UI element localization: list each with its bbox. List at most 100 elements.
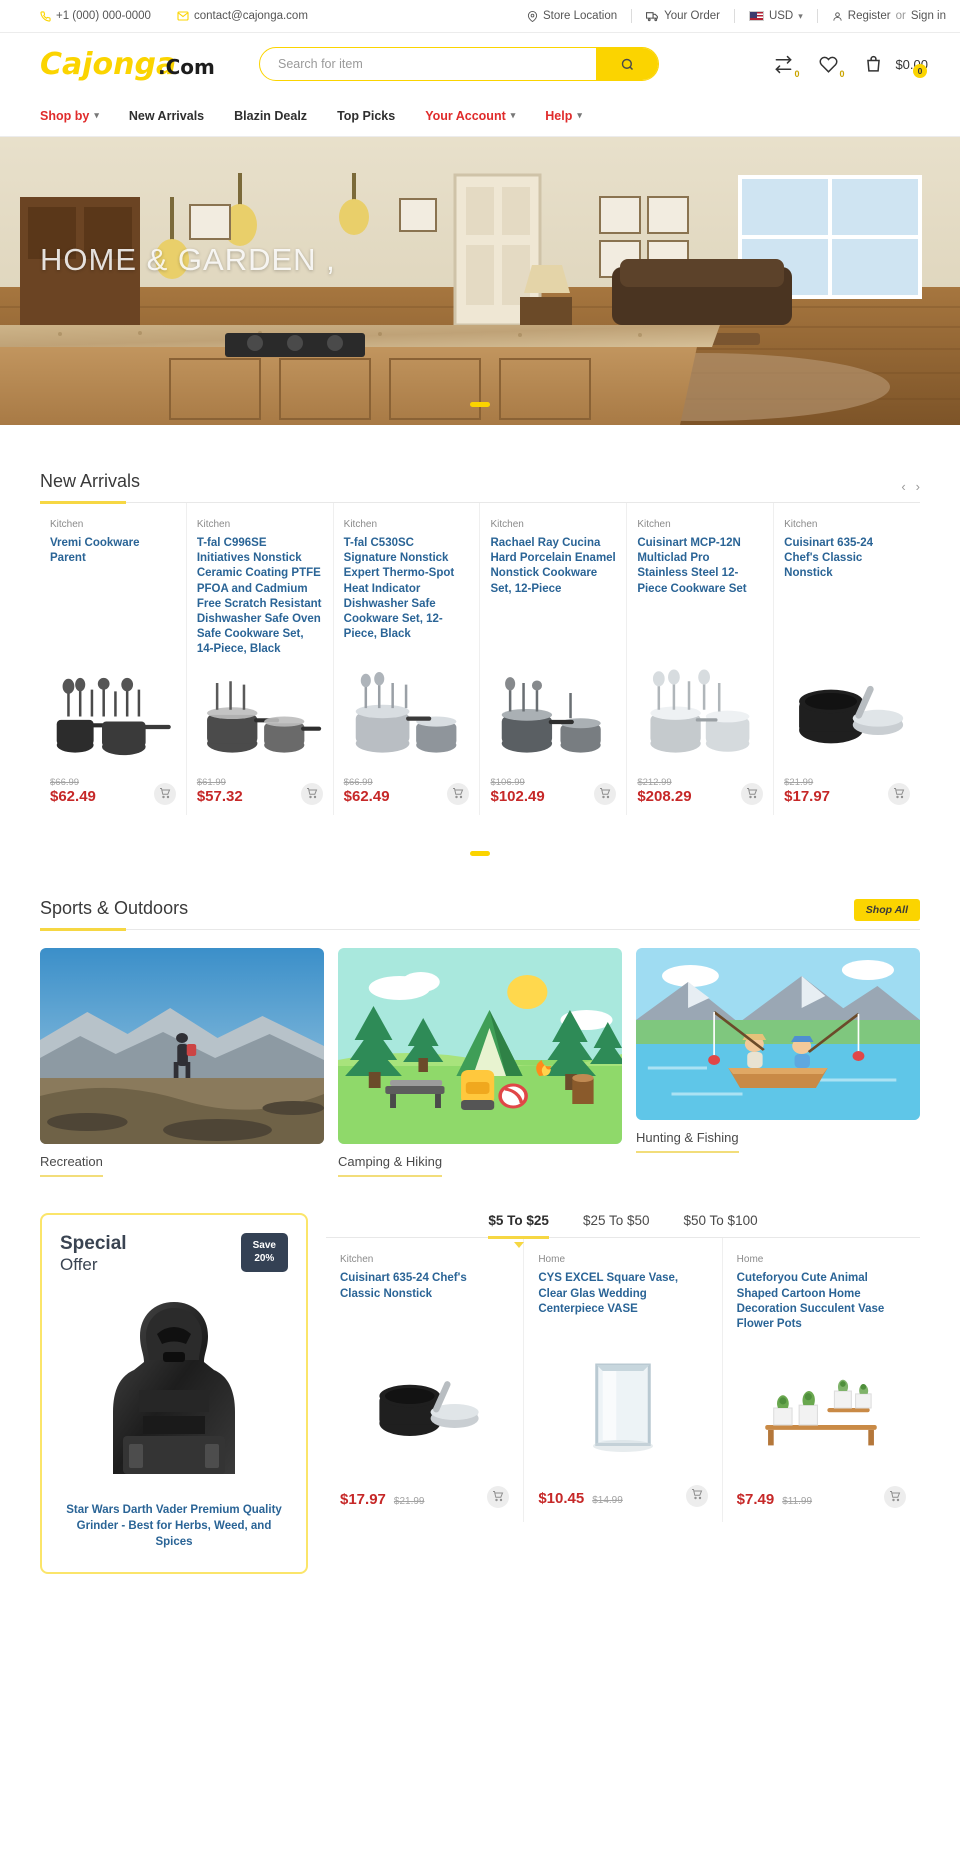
nav-item-top-picks[interactable]: Top Picks [337,109,395,123]
category-card-hunting[interactable]: Hunting & Fishing [636,948,920,1177]
your-order-label: Your Order [664,10,720,22]
product-footer: $66.99 $62.49 [50,777,176,806]
price-range-product-card[interactable]: Home Cuteforyou Cute Animal Shaped Cartoo… [723,1238,920,1522]
product-old-price: $21.99 [784,777,814,789]
signin-link[interactable]: Sign in [911,10,946,22]
logo-svg: Cajonga .Com [40,47,215,82]
nav-item-blazin-dealz[interactable]: Blazin Dealz [234,109,307,123]
special-title-line2: Offer [60,1255,98,1275]
title-underline [40,928,126,931]
account-links[interactable]: Register or Sign in [832,10,946,22]
camping-thumb [338,948,622,1145]
search-input[interactable] [260,48,596,80]
add-to-cart-button[interactable] [447,783,470,806]
cart-icon [306,787,318,802]
special-offer-card[interactable]: Special Offer Save 20% Star Wars Darth V… [40,1213,308,1574]
cart-button[interactable]: 0 $0.00 [864,55,928,78]
wishlist-count: 0 [839,68,845,79]
product-name-link[interactable]: Vremi Cookware Parent [50,536,176,566]
price-range-tabs: $5 To $25 $25 To $50 $50 To $100 [326,1213,920,1249]
product-name-link[interactable]: T-fal C530SC Signature Nonstick Expert T… [344,536,470,642]
product-card[interactable]: Kitchen Cuisinart MCP-12N Multiclad Pro S… [627,503,775,816]
camping-illustration-icon [338,948,622,1145]
main-navigation: Shop by ▾ New Arrivals Blazin Dealz Top Pick… [0,95,960,137]
carousel-prev-icon[interactable]: ‹ [901,479,905,494]
store-location-link[interactable]: Store Location [527,10,617,22]
search-bar[interactable] [259,47,659,81]
hiker-mountain-photo-icon [40,948,324,1145]
nav-item-shop-by[interactable]: Shop by ▾ [40,109,99,123]
register-link[interactable]: Register [848,10,891,22]
product-prices: $61.99 $57.32 [197,777,243,805]
phone-text: +1 (000) 000-0000 [56,10,151,22]
sports-title: Sports & Outdoors [40,898,189,919]
hero-dot-1[interactable] [470,402,490,407]
header-actions: 0 0 0 $0.00 [774,55,946,79]
price-tab-2[interactable]: $50 To $100 [684,1213,758,1237]
hero-carousel-dots[interactable] [0,402,960,407]
product-old-price: $212.99 [637,777,672,789]
currency-selector[interactable]: USD ▾ [748,10,803,22]
wishlist-button[interactable]: 0 [819,55,844,79]
product-name-link[interactable]: Rachael Ray Cucina Hard Porcelain Enamel… [490,536,616,597]
add-to-cart-button[interactable] [887,783,910,806]
product-name-link[interactable]: Cuisinart 635-24 Chef's Classic Nonstick [340,1271,509,1301]
special-offer-product-name[interactable]: Star Wars Darth Vader Premium Quality Gr… [60,1502,288,1550]
nav-item-your-account[interactable]: Your Account ▾ [425,109,515,123]
product-footer: $10.45 $14.99 [538,1484,708,1507]
hero-banner[interactable]: HOME & GARDEN , [0,137,960,425]
add-to-cart-button[interactable] [741,783,764,806]
add-to-cart-button[interactable] [300,783,323,806]
product-card[interactable]: Kitchen T-fal C996SE Initiatives Nonstick… [187,503,334,816]
product-name-link[interactable]: Cuisinart MCP-12N Multiclad Pro Stainles… [637,536,763,597]
add-to-cart-button[interactable] [594,783,617,806]
search-button[interactable] [596,48,658,80]
price-tab-0[interactable]: $5 To $25 [488,1213,549,1249]
add-to-cart-button[interactable] [685,1484,708,1507]
site-logo[interactable]: Cajonga .Com [40,43,215,85]
top-bar-contact: +1 (000) 000-0000 contact@cajonga.com [40,10,308,22]
product-card[interactable]: Kitchen T-fal C530SC Signature Nonstick E… [334,503,481,816]
category-card-camping[interactable]: Camping & Hiking [338,948,622,1178]
product-name-link[interactable]: Cuteforyou Cute Animal Shaped Cartoon Ho… [737,1271,906,1332]
chevron-down-icon: ▾ [577,110,582,120]
add-to-cart-button[interactable] [153,783,176,806]
product-name-link[interactable]: CYS EXCEL Square Vase, Clear Glas Weddin… [538,1271,707,1317]
price-range-tabs-column: $5 To $25 $25 To $50 $50 To $100 Kitchen Cu… [326,1213,920,1574]
add-to-cart-button[interactable] [883,1486,906,1509]
email-item[interactable]: contact@cajonga.com [177,10,308,22]
special-offer-image [60,1276,288,1502]
fishing-illustration-icon [636,948,920,1121]
new-arrivals-product-row: Kitchen Vremi Cookware Parent $66.99 $62.49… [40,503,920,816]
your-order-link[interactable]: Your Order [646,10,720,23]
product-category: Kitchen [196,519,231,530]
product-old-price: $14.99 [592,1494,623,1506]
tree-stump [572,1074,594,1105]
product-name-link[interactable]: Cuisinart 635-24 Chef's Classic Nonstick [784,536,910,582]
product-name-link[interactable]: T-fal C996SE Initiatives Nonstick Cerami… [197,536,323,657]
nav-item-help[interactable]: Help ▾ [545,109,582,123]
new-arrivals-dots[interactable] [40,815,920,857]
price-range-product-card[interactable]: Kitchen Cuisinart 635-24 Chef's Classic N… [326,1238,525,1523]
phone-item[interactable]: +1 (000) 000-0000 [40,10,151,22]
category-card-recreation[interactable]: Recreation [40,948,324,1178]
product-card[interactable]: Kitchen Cuisinart 635-24 Chef's Classic N… [774,503,920,815]
product-prices: $7.49 $11.99 [737,1491,812,1508]
carousel-next-icon[interactable]: › [916,479,920,494]
carousel-arrows[interactable]: ‹ › [901,479,920,502]
nav-item-new-arrivals[interactable]: New Arrivals [129,109,204,123]
product-image [538,1335,707,1485]
divider [816,9,818,23]
price-range-product-card[interactable]: Home CYS EXCEL Square Vase, Clear Glas We… [524,1238,723,1523]
na-dot-1[interactable] [470,851,490,857]
special-offer-titles: Special Offer [60,1233,127,1275]
product-card[interactable]: Kitchen Rachael Ray Cucina Hard Porcelain… [480,503,628,816]
compare-button[interactable]: 0 [774,55,799,79]
product-price: $10.45 [538,1489,585,1507]
add-to-cart-button[interactable] [487,1486,510,1509]
product-category: Kitchen [50,519,84,530]
price-tab-1[interactable]: $25 To $50 [583,1213,650,1237]
shop-all-button[interactable]: Shop All [853,899,920,922]
product-card[interactable]: Kitchen Vremi Cookware Parent $66.99 $62.49 [40,503,187,816]
product-price: $102.49 [490,788,545,806]
